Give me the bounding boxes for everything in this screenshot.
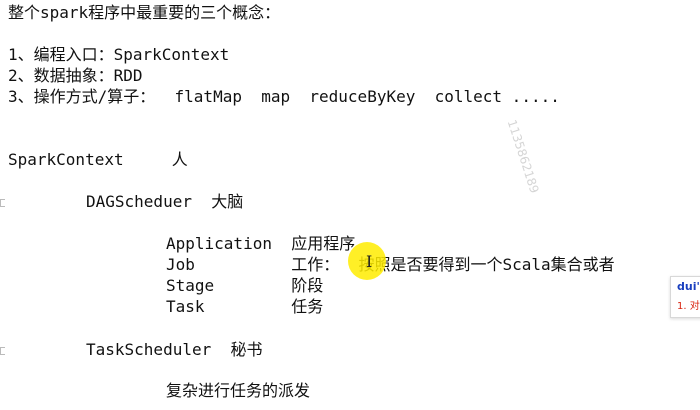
job-line: Job 工作： 按照是否要得到一个Scala集合或者 <box>166 255 615 274</box>
task-dispatch-line: 复杂进行任务的派发 <box>166 381 311 400</box>
task-line: Task 任务 <box>166 297 324 316</box>
popup-suggestion-item[interactable]: 1. 对 <box>677 297 700 312</box>
concept-entry-point: 1、编程入口：SparkContext <box>8 45 230 64</box>
dag-scheduler-line: DAGScheduer 大脑 <box>86 192 244 211</box>
popup-title: dui'x <box>677 280 700 293</box>
fold-marker-icon[interactable] <box>0 347 5 355</box>
application-line: Application 应用程序 <box>166 234 356 253</box>
fold-marker-icon[interactable] <box>0 199 5 207</box>
stage-line: Stage 阶段 <box>166 276 324 295</box>
editor-area[interactable]: 整个spark程序中最重要的三个概念： 1、编程入口：SparkContext … <box>0 0 700 410</box>
notes-heading: 整个spark程序中最重要的三个概念： <box>8 3 281 22</box>
concept-operators: 3、操作方式/算子： flatMap map reduceByKey colle… <box>8 87 560 106</box>
spark-context-line: SparkContext 人 <box>8 150 188 169</box>
text-cursor-icon: I <box>366 252 373 271</box>
autocomplete-popup[interactable]: dui'x 1. 对 <box>670 276 700 318</box>
concept-data-abstraction: 2、数据抽象：RDD <box>8 66 143 85</box>
task-scheduler-line: TaskScheduler 秘书 <box>86 340 263 359</box>
